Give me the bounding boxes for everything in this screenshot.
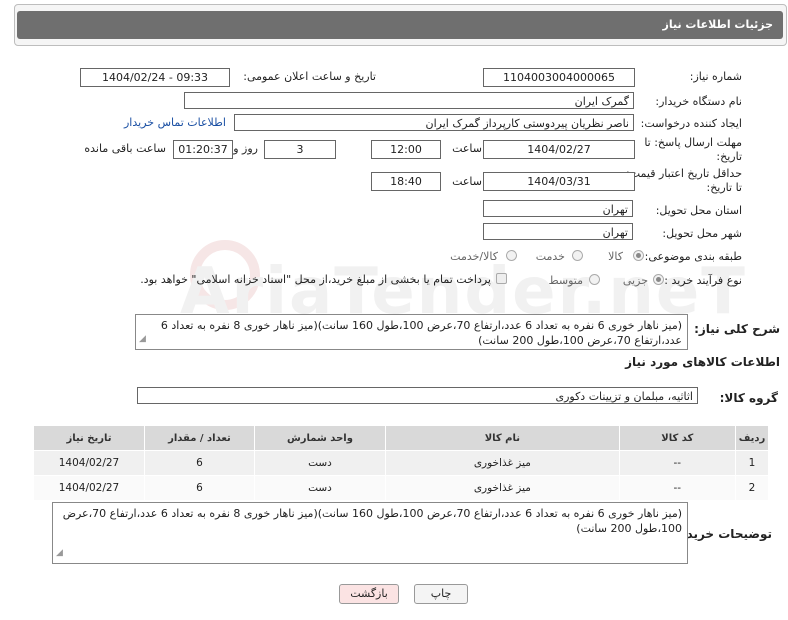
goods-group-field[interactable]: اثاثیه، مبلمان و تزیینات دکوری [137, 387, 698, 404]
cell-code: -- [618, 450, 736, 476]
days-remaining-field[interactable]: 3 [264, 140, 336, 159]
deadline-label-date: تاریخ: [716, 150, 742, 163]
deadline-time-label: ساعت [452, 142, 482, 155]
validity-label: حداقل تاریخ اعتبار قیمت: [626, 167, 742, 180]
treasury-checkbox[interactable] [496, 273, 507, 284]
province-label: استان محل تحویل: [655, 204, 742, 217]
city-label: شهر محل تحویل: [662, 227, 742, 240]
resize-grip-icon[interactable]: ◢ [56, 546, 63, 561]
cell-date: 1404/02/27 [33, 450, 145, 476]
buyer-org-label: نام دستگاه خریدار: [655, 95, 742, 108]
cell-qty: 6 [143, 450, 255, 476]
cell-row: 1 [734, 450, 770, 476]
buyer-notes-text: (میز ناهار خوری 6 نفره به تعداد 6 عدد،ار… [62, 507, 682, 535]
process-radio-minor[interactable] [653, 274, 664, 285]
cell-name: میز غذاخوری [385, 475, 620, 501]
creator-field[interactable]: ناصر نظریان پیردوستی کارپرداز گمرک ایران [234, 114, 634, 131]
goods-section-title: اطلاعات کالاهای مورد نیاز [625, 355, 780, 369]
payment-note: پرداخت تمام یا بخشی از مبلغ خرید،از محل … [140, 273, 491, 286]
creator-label: ایجاد کننده درخواست: [640, 117, 742, 130]
back-button[interactable]: بازگشت [339, 584, 399, 604]
category-radio-goods-service[interactable] [506, 250, 517, 261]
cell-name: میز غذاخوری [385, 450, 620, 476]
table-row: 1 -- میز غذاخوری دست 6 1404/02/27 [33, 450, 770, 476]
time-remaining-field[interactable]: 01:20:37 [173, 140, 233, 159]
cell-unit: دست [253, 450, 387, 476]
buyer-notes-textarea[interactable]: (میز ناهار خوری 6 نفره به تعداد 6 عدد،ار… [52, 502, 688, 564]
header-panel: جزئیات اطلاعات نیاز [14, 4, 787, 46]
goods-table: ردیف کد کالا نام کالا واحد شمارش تعداد /… [33, 425, 770, 501]
category-label: طبقه بندی موضوعی: [644, 250, 742, 263]
print-button[interactable]: چاپ [414, 584, 468, 604]
col-qty: تعداد / مقدار [143, 425, 255, 451]
cell-qty: 6 [143, 475, 255, 501]
page-header: جزئیات اطلاعات نیاز [17, 11, 783, 39]
category-radio-goods[interactable] [633, 250, 644, 261]
deadline-date-field[interactable]: 1404/02/27 [483, 140, 635, 159]
need-number-field[interactable]: 1104003004000065 [483, 68, 635, 87]
page-title: جزئیات اطلاعات نیاز [662, 18, 774, 31]
cell-date: 1404/02/27 [33, 475, 145, 501]
description-label: شرح کلی نیاز: [694, 322, 780, 336]
cell-code: -- [618, 475, 736, 501]
province-field[interactable]: تهران [483, 200, 633, 217]
table-header-row: ردیف کد کالا نام کالا واحد شمارش تعداد /… [33, 425, 770, 451]
deadline-label: مهلت ارسال پاسخ: تا [644, 136, 742, 149]
validity-label-date: تا تاریخ: [706, 181, 742, 194]
cell-unit: دست [253, 475, 387, 501]
process-label: نوع فرآیند خرید : [664, 274, 742, 287]
need-number-label: شماره نیاز: [689, 70, 742, 83]
process-option-medium: متوسط [548, 274, 583, 287]
category-option-service: خدمت [535, 250, 565, 263]
resize-grip-icon[interactable]: ◢ [139, 332, 146, 347]
goods-group-label: گروه کالا: [719, 391, 778, 405]
col-unit: واحد شمارش [253, 425, 387, 451]
category-radio-service[interactable] [572, 250, 583, 261]
category-option-goods: کالا [608, 250, 623, 263]
days-label: روز و [233, 142, 258, 155]
validity-time-field[interactable]: 18:40 [371, 172, 441, 191]
process-radio-medium[interactable] [589, 274, 600, 285]
announce-field[interactable]: 1404/02/24 - 09:33 [80, 68, 230, 87]
city-field[interactable]: تهران [483, 223, 633, 240]
time-remaining-label: ساعت باقی مانده [84, 142, 166, 155]
table-row: 2 -- میز غذاخوری دست 6 1404/02/27 [33, 475, 770, 501]
announce-label: تاریخ و ساعت اعلان عمومی: [243, 70, 376, 83]
process-option-minor: جزیی [622, 274, 648, 287]
buyer-org-field[interactable]: گمرک ایران [184, 92, 634, 109]
category-option-goods-service: کالا/خدمت [450, 250, 498, 263]
validity-time-label: ساعت [452, 175, 482, 188]
description-text: (میز ناهار خوری 6 نفره به تعداد 6 عدد،ار… [160, 319, 682, 347]
contact-info-link[interactable]: اطلاعات تماس خریدار [124, 116, 226, 129]
cell-row: 2 [734, 475, 770, 501]
description-textarea[interactable]: (میز ناهار خوری 6 نفره به تعداد 6 عدد،ار… [135, 314, 688, 350]
deadline-time-field[interactable]: 12:00 [371, 140, 441, 159]
col-row: ردیف [734, 425, 770, 451]
col-date: تاریخ نیاز [33, 425, 145, 451]
validity-date-field[interactable]: 1404/03/31 [483, 172, 635, 191]
col-code: کد کالا [618, 425, 736, 451]
col-name: نام کالا [385, 425, 620, 451]
